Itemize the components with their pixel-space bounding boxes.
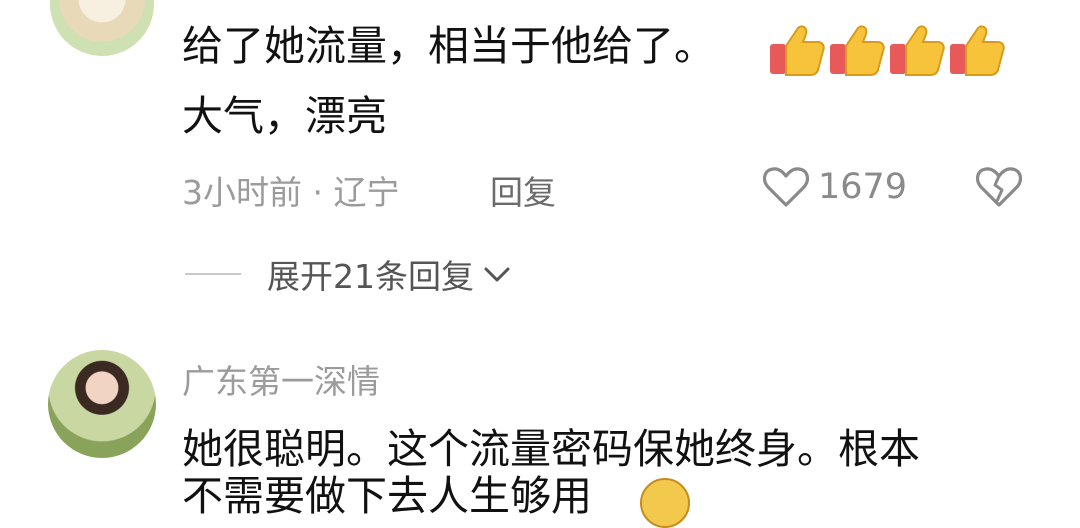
username[interactable]: 广东第一深情 — [182, 355, 380, 403]
expand-replies-label: 展开21条回复 — [267, 257, 474, 296]
comment-text-line-2: 大气，漂亮 — [182, 92, 387, 140]
comment-time-location: 3小时前 · 辽宁 — [182, 173, 400, 212]
thumbs-up-icon — [770, 25, 825, 76]
chevron-down-icon — [484, 267, 510, 282]
comment-text-line-2: 不需要做下去人生够用 — [182, 472, 592, 520]
broken-heart-icon[interactable] — [974, 165, 1024, 209]
expand-replies-button[interactable]: 展开21条回复 — [185, 250, 512, 298]
divider-line — [185, 273, 241, 275]
comment-text-line-1: 她很聪明。这个流量密码保她终身。根本 — [182, 425, 920, 473]
like-count: 1679 — [818, 167, 908, 207]
thumbs-up-icon — [830, 25, 885, 76]
thumbs-up-icon — [950, 25, 1005, 76]
avatar[interactable] — [50, 0, 154, 56]
thumbs-emoji-group — [766, 22, 1006, 80]
like-button[interactable]: 1679 — [762, 165, 907, 209]
sweat-emoji-icon — [640, 478, 690, 528]
reply-button[interactable]: 回复 — [490, 166, 556, 214]
heart-outline-icon — [762, 167, 810, 207]
comment-text-line-1: 给了她流量，相当于他给了。 — [182, 22, 715, 70]
thumbs-up-icon — [890, 25, 945, 76]
avatar[interactable] — [48, 350, 156, 458]
